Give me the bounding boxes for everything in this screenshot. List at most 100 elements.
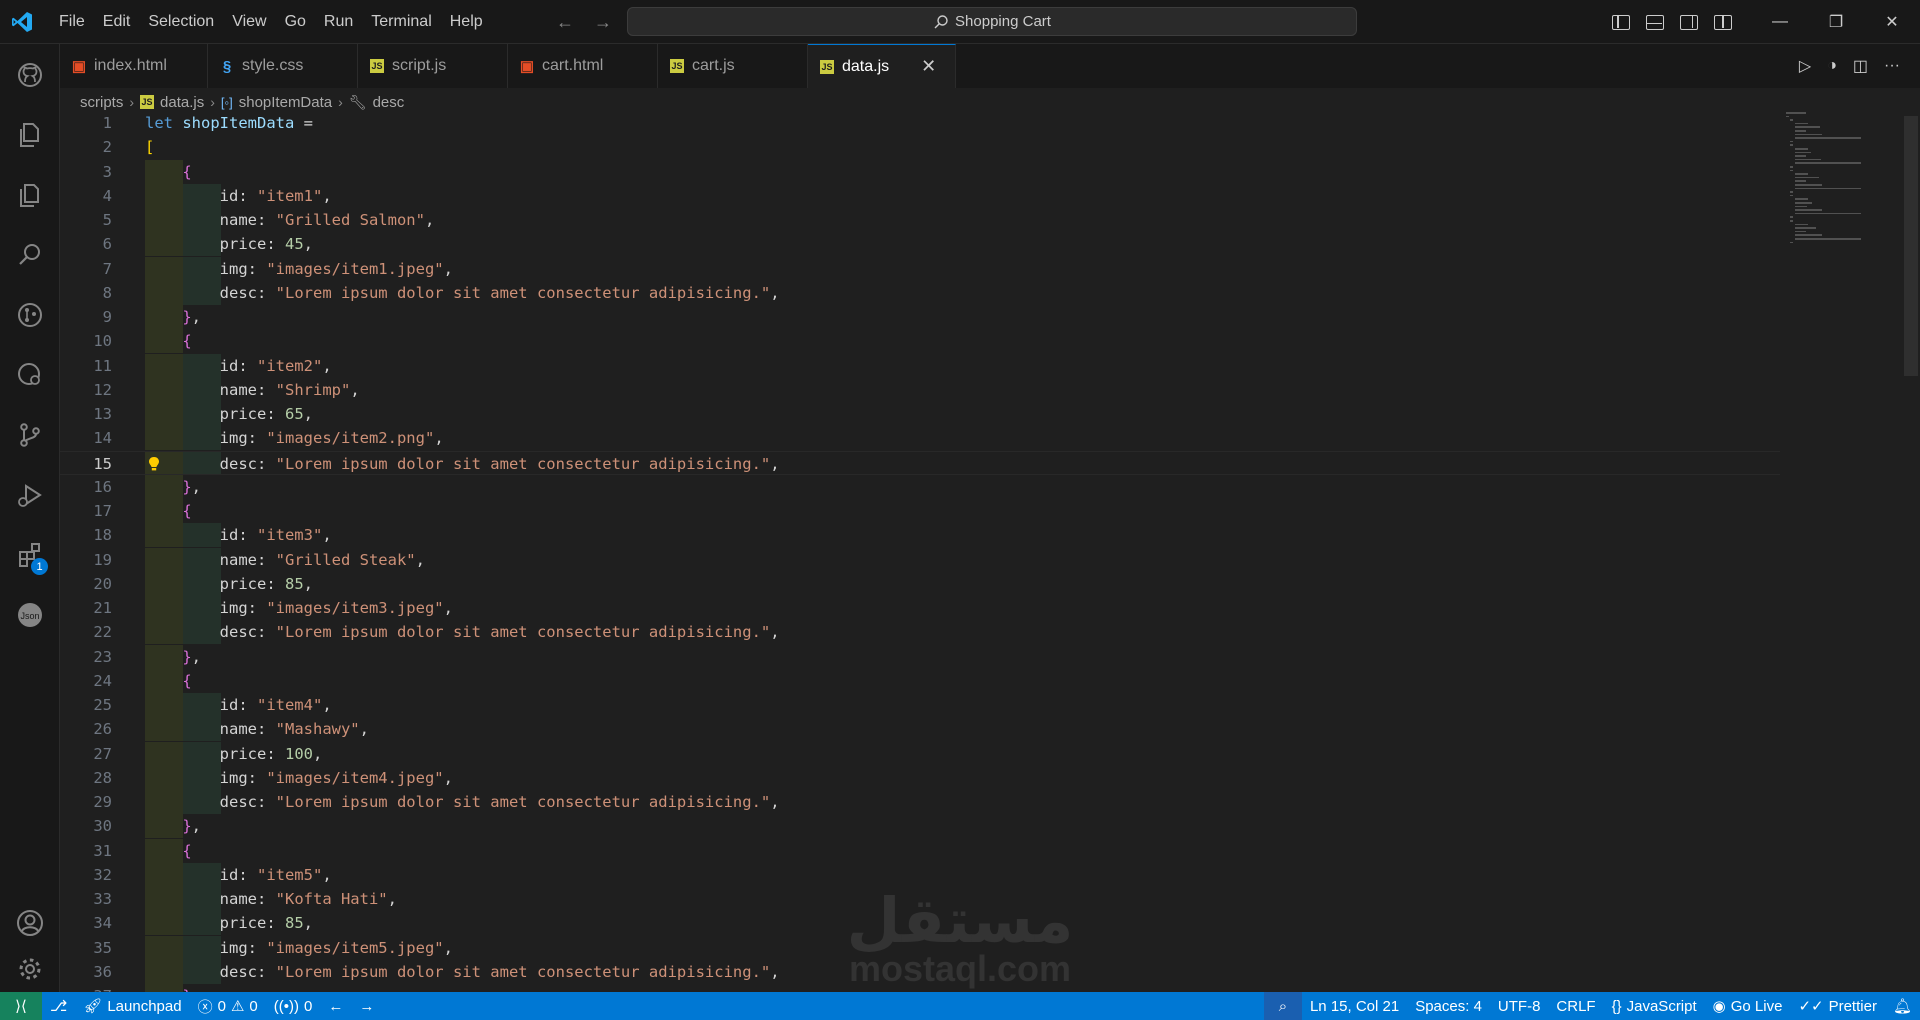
- code-line[interactable]: 18 id: "item3",: [60, 523, 1780, 548]
- indentation[interactable]: Spaces: 4: [1407, 992, 1490, 1020]
- forward-arrow-icon[interactable]: →: [594, 12, 612, 33]
- close-tab-icon[interactable]: ✕: [921, 56, 936, 77]
- go-live-button[interactable]: ◉ Go Live: [1705, 992, 1791, 1020]
- breadcrumb-property[interactable]: desc: [373, 94, 405, 111]
- tab-style-css[interactable]: § style.css: [208, 44, 358, 88]
- code-line[interactable]: 3 {: [60, 159, 1780, 184]
- github-icon[interactable]: [0, 50, 60, 100]
- menu-help[interactable]: Help: [441, 0, 492, 44]
- code-line[interactable]: 13 price: 65,: [60, 402, 1780, 426]
- settings-gear-icon[interactable]: [0, 944, 60, 994]
- code-line[interactable]: 11 id: "item2",: [60, 353, 1780, 378]
- tab-index-html[interactable]: ▣ index.html: [60, 44, 208, 88]
- menu-edit[interactable]: Edit: [94, 0, 140, 44]
- code-line[interactable]: 8 desc: "Lorem ipsum dolor sit amet cons…: [60, 280, 1780, 305]
- encoding[interactable]: UTF-8: [1490, 992, 1549, 1020]
- json-icon[interactable]: Json: [0, 590, 60, 640]
- minimap-line: [1794, 202, 1813, 204]
- remote-indicator-icon[interactable]: ⟩⟨: [0, 992, 42, 1020]
- code-line[interactable]: 29 desc: "Lorem ipsum dolor sit amet con…: [60, 790, 1780, 814]
- editor-scrollbar[interactable]: [1904, 116, 1918, 376]
- code-line[interactable]: 12 name: "Shrimp",: [60, 377, 1780, 402]
- code-line[interactable]: 30 },: [60, 814, 1780, 839]
- code-line[interactable]: 7 img: "images/item1.jpeg",: [60, 256, 1780, 281]
- run-debug-icon[interactable]: [0, 470, 60, 520]
- launchpad-status[interactable]: 🚀︎ Launchpad: [75, 992, 189, 1020]
- copy-files-icon[interactable]: [0, 170, 60, 220]
- code-line[interactable]: 15 desc: "Lorem ipsum dolor sit amet con…: [60, 450, 1780, 475]
- code-line[interactable]: 31 {: [60, 838, 1780, 863]
- minimap-line: [1794, 173, 1808, 175]
- split-editor-icon[interactable]: ◫: [1853, 56, 1868, 76]
- ports-status[interactable]: ((•)) 0: [266, 992, 321, 1020]
- code-line[interactable]: 24 {: [60, 668, 1780, 693]
- code-line[interactable]: 25 id: "item4",: [60, 693, 1780, 717]
- tab-cart-js[interactable]: JS cart.js: [658, 44, 808, 88]
- line-number: 3: [102, 162, 112, 181]
- close-window-icon[interactable]: ✕: [1864, 0, 1920, 44]
- code-editor[interactable]: 1 let shopItemData = 2[3 {4 id: "item1", 5 …: [60, 114, 1780, 992]
- breadcrumb-folder[interactable]: scripts: [80, 94, 123, 111]
- code-line[interactable]: 23 },: [60, 644, 1780, 669]
- menu-view[interactable]: View: [223, 0, 275, 44]
- remote-explorer-icon[interactable]: [0, 350, 60, 400]
- breadcrumb-file[interactable]: data.js: [160, 94, 204, 111]
- breadcrumb-symbol[interactable]: shopItemData: [239, 94, 332, 111]
- menu-run[interactable]: Run: [315, 0, 362, 44]
- prettier-status[interactable]: ✓✓ Prettier: [1790, 992, 1885, 1020]
- code-line[interactable]: 26 name: "Mashawy",: [60, 717, 1780, 742]
- more-actions-icon[interactable]: ···: [1884, 57, 1900, 75]
- toggle-primary-sidebar-icon[interactable]: [1612, 14, 1630, 30]
- tab-cart-html[interactable]: ▣ cart.html: [508, 44, 658, 88]
- code-line[interactable]: 22 desc: "Lorem ipsum dolor sit amet con…: [60, 620, 1780, 645]
- back-arrow-icon[interactable]: ←: [556, 12, 574, 33]
- notifications-bell-icon[interactable]: 🔔︎: [1885, 992, 1920, 1020]
- git-graph-icon[interactable]: [0, 290, 60, 340]
- toggle-secondary-sidebar-icon[interactable]: [1680, 14, 1698, 30]
- menu-selection[interactable]: Selection: [139, 0, 223, 44]
- code-line[interactable]: 20 price: 85,: [60, 571, 1780, 596]
- js-file-icon: JS: [140, 95, 155, 109]
- extensions-icon[interactable]: 1: [0, 530, 60, 580]
- code-line[interactable]: 6 price: 45,: [60, 232, 1780, 257]
- code-line[interactable]: 27 price: 100,: [60, 741, 1780, 766]
- run-file-icon[interactable]: ▷: [1799, 56, 1811, 76]
- minimap[interactable]: [1786, 112, 1906, 292]
- command-center-search[interactable]: Shopping Cart: [627, 7, 1357, 36]
- language-mode[interactable]: {} JavaScript: [1604, 992, 1705, 1020]
- code-line[interactable]: 9 },: [60, 305, 1780, 329]
- code-line[interactable]: 19 name: "Grilled Steak",: [60, 547, 1780, 572]
- compare-changes-icon[interactable]: ◑: [1827, 57, 1837, 75]
- back-arrow-icon[interactable]: ←: [320, 992, 351, 1020]
- code-line[interactable]: 28 img: "images/item4.jpeg",: [60, 765, 1780, 790]
- end-of-line[interactable]: CRLF: [1548, 992, 1603, 1020]
- menu-terminal[interactable]: Terminal: [362, 0, 440, 44]
- search-sidebar-icon[interactable]: [0, 230, 60, 280]
- minimize-icon[interactable]: —: [1752, 0, 1808, 44]
- problems-status[interactable]: ⓧ 0 ⚠ 0: [190, 992, 266, 1020]
- code-line[interactable]: 2[: [60, 135, 1780, 159]
- git-graph-status-icon[interactable]: ⎇: [42, 992, 75, 1020]
- explorer-icon[interactable]: [0, 110, 60, 160]
- forward-arrow-icon[interactable]: →: [351, 992, 382, 1020]
- customize-layout-icon[interactable]: [1714, 14, 1732, 30]
- minimap-line: [1790, 220, 1794, 222]
- menu-go[interactable]: Go: [276, 0, 315, 44]
- toggle-panel-icon[interactable]: [1646, 14, 1664, 30]
- code-line[interactable]: 21 img: "images/item3.jpeg",: [60, 596, 1780, 620]
- code-line[interactable]: 10 {: [60, 329, 1780, 354]
- tab-script-js[interactable]: JS script.js: [358, 44, 508, 88]
- restore-icon[interactable]: ❐: [1808, 0, 1864, 44]
- tab-data-js[interactable]: JS data.js ✕: [808, 44, 956, 88]
- cursor-position[interactable]: Ln 15, Col 21: [1302, 992, 1407, 1020]
- code-line[interactable]: 5 name: "Grilled Salmon",: [60, 208, 1780, 232]
- code-line[interactable]: 14 img: "images/item2.png",: [60, 426, 1780, 451]
- zoom-icon[interactable]: ⌕: [1263, 992, 1302, 1020]
- menu-file[interactable]: File: [50, 0, 94, 44]
- code-line[interactable]: 4 id: "item1",: [60, 183, 1780, 208]
- code-line[interactable]: 16 },: [60, 474, 1780, 499]
- code-line[interactable]: 17 {: [60, 499, 1780, 523]
- source-control-icon[interactable]: [0, 410, 60, 460]
- code-line[interactable]: 1 let shopItemData =: [60, 114, 1780, 135]
- accounts-icon[interactable]: [0, 898, 60, 948]
